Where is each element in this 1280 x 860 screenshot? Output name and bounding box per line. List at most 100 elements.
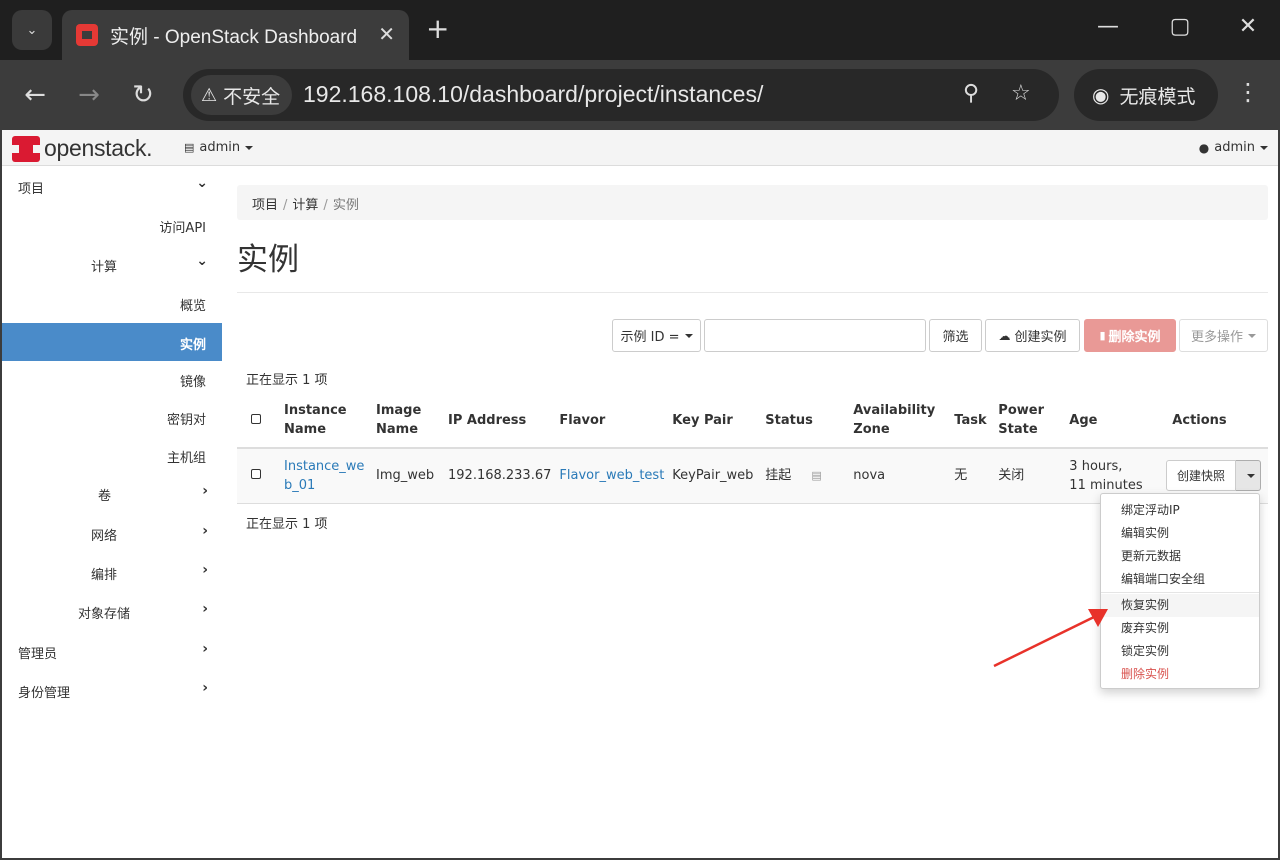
browser-menu-icon[interactable]: ⋮ — [1236, 78, 1260, 106]
header-instance-name[interactable]: Instance Name — [280, 393, 372, 449]
menu-item-edit-port-security-groups[interactable]: 编辑端口安全组 — [1101, 568, 1259, 591]
reload-button[interactable]: ↻ — [125, 80, 161, 110]
header-ip-address[interactable]: IP Address — [444, 393, 556, 449]
row-checkbox[interactable] — [251, 469, 261, 480]
breadcrumb-item-project[interactable]: 项目 — [252, 198, 278, 213]
chevron-down-icon: ⌄ — [196, 253, 208, 269]
status-cell: 挂起 ▤ — [761, 448, 850, 504]
sidebar-item-key-pairs[interactable]: 密钥对 — [2, 398, 222, 436]
sidebar-item-overview[interactable]: 概览 — [2, 284, 222, 322]
header-availability-zone[interactable]: Availability Zone — [849, 393, 951, 449]
menu-item-resume-instance[interactable]: 恢复实例 — [1101, 594, 1259, 617]
sidebar-item-label: 主机组 — [166, 451, 206, 466]
back-button[interactable]: ← — [17, 80, 53, 110]
breadcrumb-item-compute[interactable]: 计算 — [292, 198, 318, 213]
security-chip[interactable]: ⚠ 不安全 — [191, 75, 293, 115]
security-label: 不安全 — [223, 85, 281, 108]
incognito-icon: ◉ — [1092, 83, 1110, 107]
sidebar-item-network[interactable]: 网络 › — [2, 514, 222, 552]
menu-item-delete-instance[interactable]: 删除实例 — [1101, 663, 1259, 686]
power-state-cell: 关闭 — [994, 448, 1066, 504]
sidebar-item-compute[interactable]: 计算 ⌄ — [2, 245, 222, 283]
sidebar-item-label: 管理员 — [18, 647, 58, 662]
filter-input[interactable] — [704, 319, 926, 352]
chevron-down-icon: ⌄ — [26, 22, 38, 38]
header-power-state[interactable]: Power State — [994, 393, 1066, 449]
sidebar-item-project[interactable]: 项目 ⌄ — [2, 167, 222, 205]
omnibox[interactable]: ⚠ 不安全 192.168.108.10/dashboard/project/i… — [183, 69, 1059, 121]
window-frame-left — [0, 130, 2, 860]
create-snapshot-button[interactable]: 创建快照 — [1166, 460, 1236, 491]
browser-tab-bar: ⌄ 实例 - OpenStack Dashboard ✕ + — ▢ ✕ — [0, 0, 1280, 60]
filter-button[interactable]: 筛选 — [929, 319, 982, 352]
bookmark-star-icon[interactable]: ☆ — [1011, 81, 1031, 106]
unlock-icon: ▤ — [811, 469, 822, 483]
close-tab-icon[interactable]: ✕ — [378, 22, 395, 46]
tab-title: 实例 - OpenStack Dashboard — [110, 26, 358, 48]
minimize-window-button[interactable]: — — [1088, 14, 1128, 39]
menu-item-associate-floating-ip[interactable]: 绑定浮动IP — [1101, 499, 1259, 522]
browser-tab-active[interactable]: 实例 - OpenStack Dashboard ✕ — [62, 10, 409, 60]
more-actions-button[interactable]: 更多操作 — [1179, 319, 1268, 352]
row-actions-dropdown-toggle[interactable] — [1236, 460, 1261, 491]
delete-instances-button[interactable]: ▮ 删除实例 — [1084, 319, 1176, 352]
logo-text: openstack. — [44, 135, 153, 161]
sidebar-item-access-api[interactable]: 访问API — [2, 206, 222, 244]
zoom-icon[interactable]: ⚲ — [963, 81, 979, 106]
sidebar-item-label: 镜像 — [179, 375, 206, 390]
task-cell: 无 — [950, 448, 995, 504]
chevron-right-icon: › — [202, 601, 208, 617]
incognito-indicator[interactable]: ◉ 无痕模式 — [1074, 69, 1218, 121]
create-instance-button[interactable]: ☁ 创建实例 — [985, 319, 1080, 352]
header-flavor[interactable]: Flavor — [555, 393, 669, 449]
sidebar-item-volumes[interactable]: 卷 › — [2, 474, 222, 512]
menu-item-shelve-instance[interactable]: 废弃实例 — [1101, 617, 1259, 640]
sidebar-item-admin[interactable]: 管理员 › — [2, 632, 222, 670]
item-count-top: 正在显示 1 项 — [246, 373, 328, 388]
header-task[interactable]: Task — [950, 393, 995, 449]
availability-zone-cell: nova — [849, 448, 951, 504]
annotation-arrow-line — [993, 615, 1095, 668]
openstack-logo[interactable]: openstack. — [12, 135, 153, 162]
chevron-right-icon: › — [202, 680, 208, 696]
header-key-pair[interactable]: Key Pair — [668, 393, 762, 449]
sidebar-item-label: 实例 — [179, 338, 206, 353]
delete-instances-label: 删除实例 — [1108, 330, 1161, 345]
maximize-window-button[interactable]: ▢ — [1160, 14, 1200, 39]
select-all-checkbox[interactable] — [251, 413, 261, 424]
sidebar-item-server-groups[interactable]: 主机组 — [2, 436, 222, 474]
openstack-header: openstack. ▤ admin ● admin — [2, 130, 1278, 166]
sidebar-item-identity[interactable]: 身份管理 › — [2, 671, 222, 709]
project-selector[interactable]: ▤ admin — [184, 140, 254, 155]
menu-divider — [1101, 592, 1259, 593]
flavor-link[interactable]: Flavor_web_test — [559, 468, 664, 483]
openstack-favicon-icon — [76, 24, 98, 46]
url-text[interactable]: 192.168.108.10/dashboard/project/instanc… — [303, 81, 763, 108]
menu-item-edit-instance[interactable]: 编辑实例 — [1101, 522, 1259, 545]
sidebar-item-images[interactable]: 镜像 — [2, 360, 222, 398]
image-name-cell: Img_web — [372, 448, 444, 504]
ip-address-cell: 192.168.233.67 — [444, 448, 556, 504]
sidebar-item-orchestration[interactable]: 编排 › — [2, 553, 222, 591]
chevron-right-icon: › — [202, 641, 208, 657]
close-window-button[interactable]: ✕ — [1228, 14, 1268, 39]
filter-field-select[interactable]: 示例 ID = — [612, 319, 701, 352]
header-age[interactable]: Age — [1065, 393, 1169, 449]
forward-button[interactable]: → — [71, 80, 107, 110]
menu-item-lock-instance[interactable]: 锁定实例 — [1101, 640, 1259, 663]
sidebar-item-object-store[interactable]: 对象存储 › — [2, 592, 222, 630]
instance-name-link[interactable]: Instance_we b_01 — [284, 459, 364, 493]
sidebar-item-label: 项目 — [18, 182, 45, 197]
header-image-name[interactable]: Image Name — [372, 393, 444, 449]
sidebar-item-instances[interactable]: 实例 — [2, 323, 222, 361]
incognito-label: 无痕模式 — [1119, 85, 1196, 108]
user-icon: ● — [1198, 140, 1210, 155]
chevron-right-icon: › — [202, 523, 208, 539]
header-status[interactable]: Status — [761, 393, 850, 449]
user-menu[interactable]: ● admin — [1199, 140, 1268, 155]
menu-item-update-metadata[interactable]: 更新元数据 — [1101, 545, 1259, 568]
new-tab-button[interactable]: + — [426, 14, 449, 44]
warning-icon: ⚠ — [201, 84, 218, 106]
sidebar-item-label: 编排 — [91, 568, 118, 583]
tab-search-button[interactable]: ⌄ — [12, 10, 52, 50]
